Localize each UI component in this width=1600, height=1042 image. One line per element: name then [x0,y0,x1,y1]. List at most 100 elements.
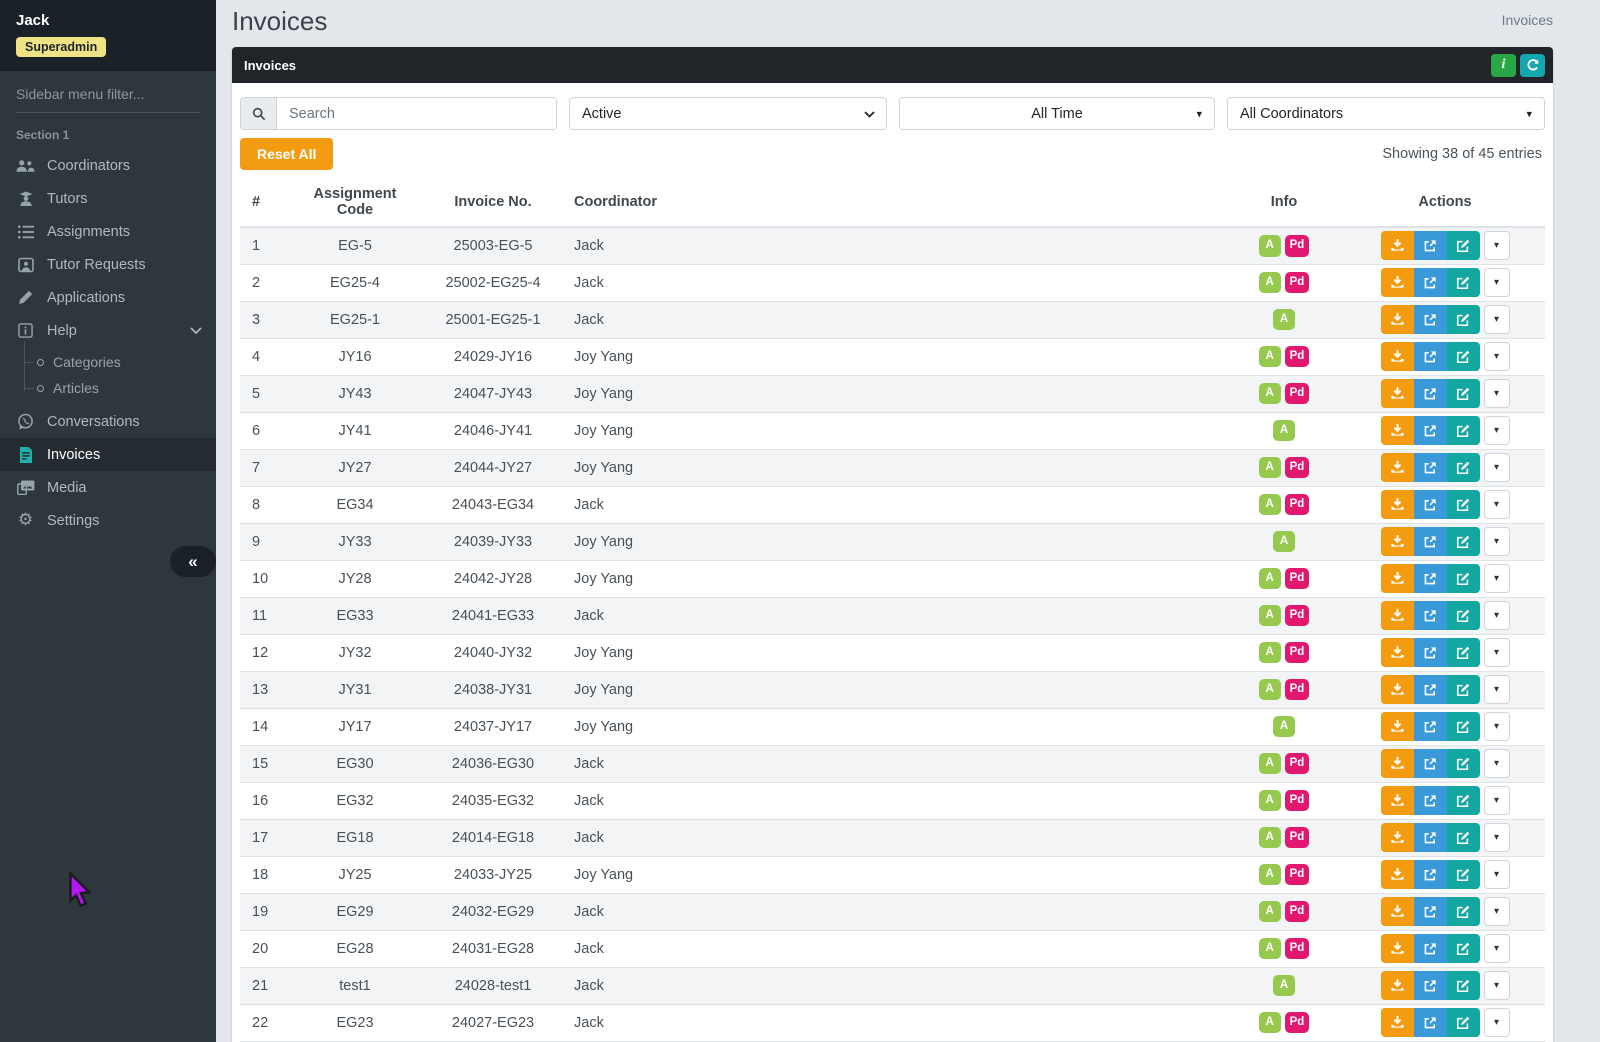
open-link-button[interactable] [1413,749,1447,778]
edit-button[interactable] [1446,453,1480,482]
download-button[interactable] [1380,416,1414,445]
coordinator-filter-dropdown[interactable]: All Coordinators ▾ [1227,97,1545,130]
sidebar-item-categories[interactable]: Categories [0,349,216,375]
open-link-button[interactable] [1413,675,1447,704]
open-link-button[interactable] [1413,305,1447,334]
row-dropdown-button[interactable]: ▾ [1483,712,1510,741]
edit-button[interactable] [1446,305,1480,334]
open-link-button[interactable] [1413,379,1447,408]
row-dropdown-button[interactable]: ▾ [1483,1008,1510,1037]
download-button[interactable] [1380,564,1414,593]
row-dropdown-button[interactable]: ▾ [1483,934,1510,963]
row-dropdown-button[interactable]: ▾ [1483,453,1510,482]
download-button[interactable] [1380,675,1414,704]
open-link-button[interactable] [1413,342,1447,371]
open-link-button[interactable] [1413,638,1447,667]
edit-button[interactable] [1446,268,1480,297]
open-link-button[interactable] [1413,231,1447,261]
row-dropdown-button[interactable]: ▾ [1483,971,1510,1000]
open-link-button[interactable] [1413,897,1447,926]
row-dropdown-button[interactable]: ▾ [1483,305,1510,334]
sidebar-item-coordinators[interactable]: Coordinators [0,149,216,182]
edit-button[interactable] [1446,490,1480,519]
edit-button[interactable] [1446,1008,1480,1037]
row-dropdown-button[interactable]: ▾ [1483,860,1510,889]
download-button[interactable] [1380,712,1414,741]
download-button[interactable] [1380,934,1414,963]
sidebar-item-tutor-requests[interactable]: Tutor Requests [0,248,216,281]
sidebar-item-settings[interactable]: ⚙ Settings [0,504,216,537]
edit-button[interactable] [1446,564,1480,593]
breadcrumb[interactable]: Invoices [1502,6,1553,28]
row-dropdown-button[interactable]: ▾ [1483,416,1510,445]
row-dropdown-button[interactable]: ▾ [1483,231,1510,261]
edit-button[interactable] [1446,231,1480,261]
download-button[interactable] [1380,897,1414,926]
sidebar-filter-input[interactable] [16,77,200,112]
download-button[interactable] [1380,231,1414,261]
sidebar-item-media[interactable]: Media [0,471,216,504]
edit-button[interactable] [1446,527,1480,556]
row-dropdown-button[interactable]: ▾ [1483,601,1510,630]
download-button[interactable] [1380,527,1414,556]
search-input[interactable] [277,98,556,129]
download-button[interactable] [1380,860,1414,889]
edit-button[interactable] [1446,860,1480,889]
open-link-button[interactable] [1413,971,1447,1000]
row-dropdown-button[interactable]: ▾ [1483,342,1510,371]
row-dropdown-button[interactable]: ▾ [1483,490,1510,519]
edit-button[interactable] [1446,379,1480,408]
edit-button[interactable] [1446,786,1480,815]
edit-button[interactable] [1446,823,1480,852]
download-button[interactable] [1380,749,1414,778]
row-dropdown-button[interactable]: ▾ [1483,786,1510,815]
status-filter-select[interactable]: Active [569,97,887,130]
row-dropdown-button[interactable]: ▾ [1483,564,1510,593]
download-button[interactable] [1380,823,1414,852]
download-button[interactable] [1380,638,1414,667]
edit-button[interactable] [1446,638,1480,667]
sidebar-item-invoices[interactable]: Invoices [0,438,216,471]
edit-button[interactable] [1446,897,1480,926]
row-dropdown-button[interactable]: ▾ [1483,897,1510,926]
open-link-button[interactable] [1413,786,1447,815]
open-link-button[interactable] [1413,860,1447,889]
download-button[interactable] [1380,342,1414,371]
row-dropdown-button[interactable]: ▾ [1483,675,1510,704]
open-link-button[interactable] [1413,453,1447,482]
download-button[interactable] [1380,1008,1414,1037]
row-dropdown-button[interactable]: ▾ [1483,749,1510,778]
edit-button[interactable] [1446,342,1480,371]
refresh-button[interactable] [1520,53,1545,77]
sidebar-item-help[interactable]: Help [0,314,216,347]
row-dropdown-button[interactable]: ▾ [1483,527,1510,556]
edit-button[interactable] [1446,675,1480,704]
edit-button[interactable] [1446,416,1480,445]
row-dropdown-button[interactable]: ▾ [1483,379,1510,408]
download-button[interactable] [1380,971,1414,1000]
sidebar-item-assignments[interactable]: Assignments [0,215,216,248]
open-link-button[interactable] [1413,823,1447,852]
row-dropdown-button[interactable]: ▾ [1483,638,1510,667]
sidebar-item-articles[interactable]: Articles [0,375,216,401]
download-button[interactable] [1380,268,1414,297]
open-link-button[interactable] [1413,268,1447,297]
info-button[interactable]: i [1491,53,1516,77]
edit-button[interactable] [1446,712,1480,741]
edit-button[interactable] [1446,601,1480,630]
open-link-button[interactable] [1413,564,1447,593]
download-button[interactable] [1380,490,1414,519]
download-button[interactable] [1380,601,1414,630]
row-dropdown-button[interactable]: ▾ [1483,268,1510,297]
download-button[interactable] [1380,786,1414,815]
open-link-button[interactable] [1413,601,1447,630]
open-link-button[interactable] [1413,490,1447,519]
open-link-button[interactable] [1413,934,1447,963]
edit-button[interactable] [1446,971,1480,1000]
download-button[interactable] [1380,453,1414,482]
open-link-button[interactable] [1413,527,1447,556]
sidebar-item-tutors[interactable]: Tutors [0,182,216,215]
time-filter-dropdown[interactable]: All Time ▾ [899,97,1215,130]
download-button[interactable] [1380,305,1414,334]
open-link-button[interactable] [1413,1008,1447,1037]
